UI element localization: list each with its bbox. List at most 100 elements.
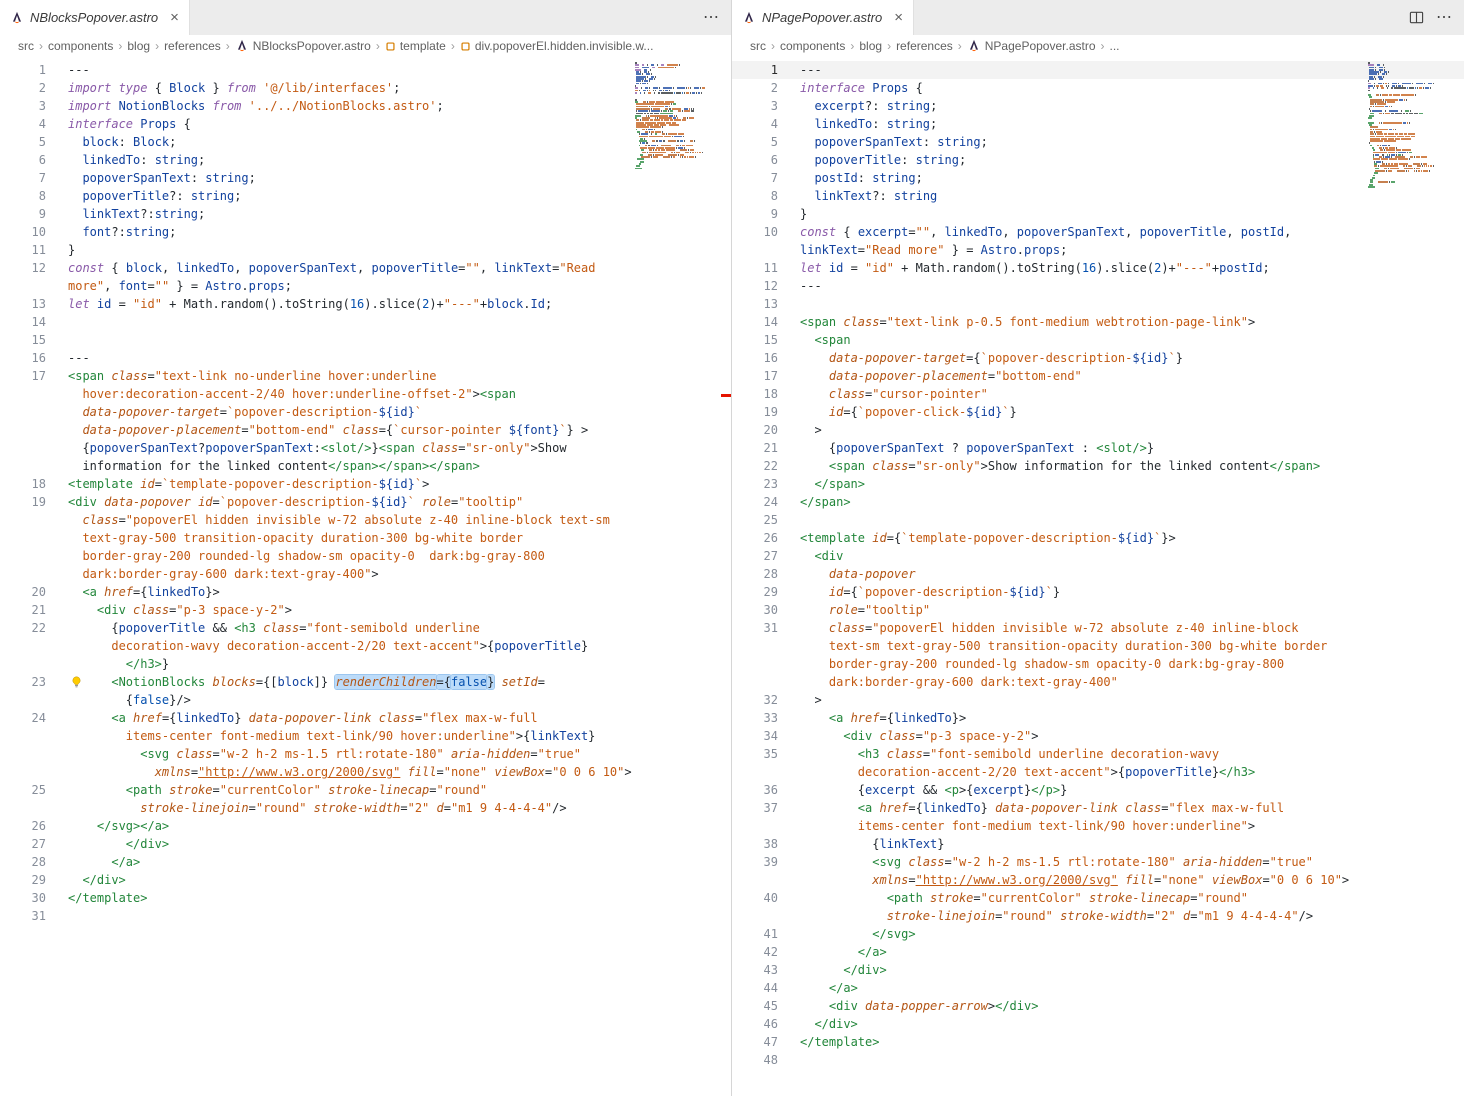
code-line[interactable]: 39<svg class="w-2 h-2 ms-1.5 rtl:rotate-… [732,853,1464,871]
tab-npagepopover[interactable]: NPagePopover.astro × [732,0,914,35]
code-line[interactable]: 48 [732,1051,1464,1069]
code-editor[interactable]: 1---2interface Props {3excerpt?: string;… [732,57,1464,1096]
code-line[interactable]: 31class="popoverEl hidden invisible w-72… [732,619,1464,637]
code-line[interactable]: 28data-popover [732,565,1464,583]
code-line[interactable]: 30role="tooltip" [732,601,1464,619]
code-line[interactable]: 16data-popover-target={`popover-descript… [732,349,1464,367]
split-editor-icon[interactable] [1409,10,1424,25]
code-line[interactable]: 11} [0,241,731,259]
code-line[interactable]: 22<span class="sr-only">Show information… [732,457,1464,475]
code-line[interactable]: text-sm text-gray-500 transition-opacity… [732,637,1464,655]
code-line[interactable]: text-gray-500 transition-opacity duratio… [0,529,731,547]
code-line[interactable]: 11let id = "id" + Math.random().toString… [732,259,1464,277]
code-line[interactable]: 30</template> [0,889,731,907]
code-line[interactable]: 43</div> [732,961,1464,979]
code-line[interactable]: 41</svg> [732,925,1464,943]
code-line[interactable]: data-popover-target=`popover-description… [0,403,731,421]
code-line[interactable]: 29id={`popover-description-${id}`} [732,583,1464,601]
code-line[interactable]: 38{linkText} [732,835,1464,853]
breadcrumb-item[interactable]: references [896,39,953,53]
code-line[interactable]: 1--- [0,61,731,79]
breadcrumb-item[interactable]: div.popoverEl.hidden.invisible.w... [460,39,654,53]
code-line[interactable]: 31 [0,907,731,925]
code-line[interactable]: 34<div class="p-3 space-y-2"> [732,727,1464,745]
code-line[interactable]: 27<div [732,547,1464,565]
code-line[interactable]: 23</span> [732,475,1464,493]
code-line[interactable]: class="popoverEl hidden invisible w-72 a… [0,511,731,529]
code-line[interactable]: 6popoverTitle: string; [732,151,1464,169]
minimap[interactable] [1368,62,1454,191]
code-line[interactable]: 28</a> [0,853,731,871]
code-line[interactable]: 44</a> [732,979,1464,997]
code-line[interactable]: 13let id = "id" + Math.random().toString… [0,295,731,313]
code-line[interactable]: 29</div> [0,871,731,889]
breadcrumb-item[interactable]: ... [1110,39,1120,53]
code-line[interactable]: hover:decoration-accent-2/40 hover:under… [0,385,731,403]
code-line[interactable]: 24<a href={linkedTo} data-popover-link c… [0,709,731,727]
code-line[interactable]: dark:border-gray-600 dark:text-gray-400" [732,673,1464,691]
code-line[interactable]: 14 [0,313,731,331]
code-line[interactable]: 5block: Block; [0,133,731,151]
breadcrumb-item[interactable]: src [18,39,34,53]
code-line[interactable]: stroke-linejoin="round" stroke-width="2"… [732,907,1464,925]
code-line[interactable]: dark:border-gray-600 dark:text-gray-400"… [0,565,731,583]
tab-nblockspopover[interactable]: NBlocksPopover.astro × [0,0,190,35]
code-line[interactable]: 22{popoverTitle && <h3 class="font-semib… [0,619,731,637]
code-line[interactable]: more", font="" } = Astro.props; [0,277,731,295]
code-line[interactable]: 36{excerpt && <p>{excerpt}</p>} [732,781,1464,799]
code-line[interactable]: border-gray-200 rounded-lg shadow-sm opa… [0,547,731,565]
code-line[interactable]: 24</span> [732,493,1464,511]
code-line[interactable]: 4interface Props { [0,115,731,133]
code-line[interactable]: xmlns="http://www.w3.org/2000/svg" fill=… [732,871,1464,889]
code-line[interactable]: 42</a> [732,943,1464,961]
code-line[interactable]: 20<a href={linkedTo}> [0,583,731,601]
code-line[interactable]: 27</div> [0,835,731,853]
lightbulb-icon[interactable] [70,676,83,689]
code-line[interactable]: 2import type { Block } from '@/lib/inter… [0,79,731,97]
code-line[interactable]: </h3>} [0,655,731,673]
code-line[interactable]: 33<a href={linkedTo}> [732,709,1464,727]
code-line[interactable]: border-gray-200 rounded-lg shadow-sm opa… [732,655,1464,673]
code-line[interactable]: 20> [732,421,1464,439]
code-line[interactable]: 5popoverSpanText: string; [732,133,1464,151]
code-line[interactable]: 23<NotionBlocks blocks={[block]} renderC… [0,673,731,691]
code-line[interactable]: 21<div class="p-3 space-y-2"> [0,601,731,619]
code-line[interactable]: information for the linked content</span… [0,457,731,475]
code-line[interactable]: 2interface Props { [732,79,1464,97]
code-line[interactable]: 7postId: string; [732,169,1464,187]
code-line[interactable]: 13 [732,295,1464,313]
code-line[interactable]: 12--- [732,277,1464,295]
code-line[interactable]: 3import NotionBlocks from '../../NotionB… [0,97,731,115]
breadcrumb-item[interactable]: components [780,39,845,53]
breadcrumb-item[interactable]: template [385,39,446,53]
code-line[interactable]: 8popoverTitle?: string; [0,187,731,205]
code-editor[interactable]: 1---2import type { Block } from '@/lib/i… [0,57,731,1096]
code-line[interactable]: decoration-accent-2/20 text-accent">{pop… [732,763,1464,781]
code-line[interactable]: stroke-linejoin="round" stroke-width="2"… [0,799,731,817]
code-line[interactable]: {false}/> [0,691,731,709]
breadcrumb-item[interactable]: blog [859,39,882,53]
breadcrumb-item[interactable]: components [48,39,113,53]
code-line[interactable]: 16--- [0,349,731,367]
code-line[interactable]: 10const { excerpt="", linkedTo, popoverS… [732,223,1464,241]
code-line[interactable]: <svg class="w-2 h-2 ms-1.5 rtl:rotate-18… [0,745,731,763]
code-line[interactable]: 17<span class="text-link no-underline ho… [0,367,731,385]
code-line[interactable]: 1--- [732,61,1464,79]
breadcrumb-item[interactable]: src [750,39,766,53]
code-line[interactable]: 32> [732,691,1464,709]
code-line[interactable]: 6linkedTo: string; [0,151,731,169]
code-line[interactable]: linkText="Read more" } = Astro.props; [732,241,1464,259]
code-line[interactable]: 35<h3 class="font-semibold underline dec… [732,745,1464,763]
code-line[interactable]: 10font?:string; [0,223,731,241]
breadcrumb-item[interactable]: references [164,39,221,53]
code-line[interactable]: 21{popoverSpanText ? popoverSpanText : <… [732,439,1464,457]
code-line[interactable]: 14<span class="text-link p-0.5 font-medi… [732,313,1464,331]
breadcrumb-item[interactable]: blog [127,39,150,53]
minimap[interactable] [635,62,721,172]
code-line[interactable]: 25<path stroke="currentColor" stroke-lin… [0,781,731,799]
code-line[interactable]: 47</template> [732,1033,1464,1051]
code-line[interactable]: 46</div> [732,1015,1464,1033]
code-line[interactable]: 15 [0,331,731,349]
code-line[interactable]: 19id={`popover-click-${id}`} [732,403,1464,421]
code-line[interactable]: 9} [732,205,1464,223]
